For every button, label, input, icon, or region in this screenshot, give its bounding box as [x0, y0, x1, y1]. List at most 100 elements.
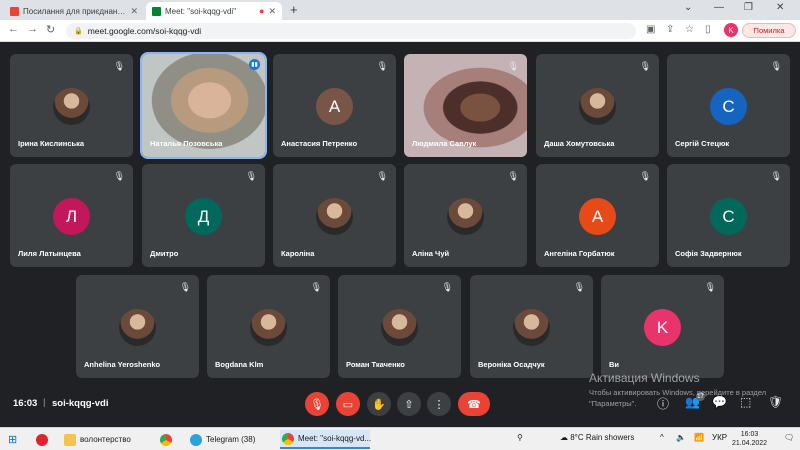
back-button[interactable]: ←	[8, 23, 19, 35]
participant-tile[interactable]: K 🎙 Ви	[601, 275, 724, 378]
mic-muted-icon: 🎙	[113, 61, 125, 71]
hand-icon: ✋	[372, 398, 386, 411]
windows-start-icon[interactable]: ⊞	[8, 430, 17, 449]
avatar-initial: А	[591, 206, 604, 226]
reload-button[interactable]: ↻	[46, 23, 55, 36]
mic-muted-icon: 🎙	[245, 171, 257, 181]
error-button[interactable]: Помилка	[742, 23, 796, 38]
mic-muted-icon: 🎙	[639, 61, 651, 71]
participant-tile[interactable]: С 🎙 Софія Задвернюк	[667, 164, 790, 267]
meeting-time: 16:03	[13, 398, 38, 409]
url-field[interactable]: 🔒 meet.google.com/soi-kqqg-vdi	[66, 23, 636, 39]
mic-toggle-button[interactable]: 🎙	[305, 392, 329, 416]
weather-text: 8°C Rain showers	[570, 433, 635, 442]
telegram-icon	[190, 433, 202, 446]
mic-muted-icon: 🎙	[376, 171, 388, 181]
taskbar-folder-item[interactable]: волонтерство	[64, 430, 154, 449]
camera-toggle-button[interactable]: ▭	[336, 392, 360, 416]
maximize-button[interactable]: ❐	[744, 2, 753, 13]
taskbar-meet-item[interactable]: Meet: "soi-kqqg-vd...	[280, 430, 372, 449]
participant-tile[interactable]: 🎙 Ірина Кислинська	[10, 54, 133, 157]
new-tab-button[interactable]: +	[290, 2, 298, 17]
sidebar-icon[interactable]: ▯	[705, 24, 711, 35]
participant-tile[interactable]: 🎙 Кароліна	[273, 164, 396, 267]
tray-chevron-icon[interactable]: ^	[660, 433, 664, 442]
participant-name: Софія Задвернюк	[675, 249, 742, 258]
folder-label: волонтерство	[80, 435, 131, 444]
network-icon[interactable]: 📶	[694, 433, 704, 442]
participant-name: Anhelina Yeroshenko	[84, 360, 161, 369]
taskbar-telegram-item[interactable]: Telegram (38)	[190, 430, 274, 449]
participant-name: Вероніка Осадчук	[478, 360, 545, 369]
participant-name: Кароліна	[281, 249, 315, 258]
participant-tile[interactable]: ▮▮ Наталья Позовська	[140, 52, 267, 159]
present-screen-icon: ⇧	[404, 398, 414, 411]
participant-tile[interactable]: 🎙 Даша Хомутовська	[536, 54, 659, 157]
tab-invite-links[interactable]: Посилання для приєднання до ... ✕	[4, 2, 144, 20]
avatar-initial: Л	[65, 206, 78, 226]
more-options-button[interactable]: ⋮	[427, 392, 451, 416]
taskbar-clock[interactable]: 16:03 21.04.2022	[732, 430, 767, 448]
present-button[interactable]: ⇧	[397, 392, 421, 416]
participant-tile[interactable]: Д 🎙 Дмитро	[142, 164, 265, 267]
mic-muted-icon: 🎙	[639, 171, 651, 181]
notifications-icon[interactable]: 🗨	[784, 433, 794, 442]
raise-hand-button[interactable]: ✋	[367, 392, 391, 416]
weather-widget[interactable]: ☁ 8°C Rain showers	[560, 433, 634, 442]
participant-tile[interactable]: 🎙 Anhelina Yeroshenko	[76, 275, 199, 378]
separator: |	[43, 397, 46, 408]
share-icon[interactable]: ⇪	[666, 24, 674, 35]
participant-name: Ви	[609, 360, 620, 369]
mic-muted-icon: 🎙	[770, 171, 782, 181]
close-tab-icon[interactable]: ✕	[268, 6, 276, 17]
bookmark-star-icon[interactable]: ☆	[685, 24, 694, 35]
avatar-initial: С	[722, 206, 735, 226]
minimize-button[interactable]: —	[714, 2, 724, 13]
participant-name: Дмитро	[150, 249, 179, 258]
forward-button[interactable]: →	[27, 23, 38, 35]
browser-tab-bar: Посилання для приєднання до ... ✕ Meet: …	[0, 0, 800, 20]
opera-icon[interactable]	[36, 430, 52, 449]
participant-avatar: Д	[185, 198, 222, 235]
activation-text: Чтобы активировать Windows, перейдите в …	[589, 388, 767, 408]
close-tab-icon[interactable]: ✕	[130, 6, 138, 17]
url-text: meet.google.com/soi-kqqg-vdi	[87, 26, 202, 36]
profile-avatar[interactable]: K	[724, 23, 738, 37]
close-window-button[interactable]: ✕	[776, 2, 784, 13]
participant-tile[interactable]: А 🎙 Анастасия Петренко	[273, 54, 396, 157]
language-indicator[interactable]: УКР	[712, 433, 727, 442]
chevron-down-icon[interactable]: ⌄	[684, 2, 692, 13]
participant-avatar	[579, 88, 616, 125]
participant-name: Сергій Стецюк	[675, 139, 730, 148]
participant-avatar	[119, 309, 156, 346]
participant-name: Ірина Кислинська	[18, 139, 85, 148]
telegram-label: Telegram (38)	[206, 435, 256, 444]
participant-tile[interactable]: 🎙 Роман Ткаченко	[338, 275, 461, 378]
participant-tile[interactable]: 🎙 Людмила Савлук	[404, 54, 527, 157]
camera-icon[interactable]: ▣	[646, 24, 655, 35]
tab-meet[interactable]: Meet: "soi-kqqg-vdi" ● ✕	[146, 2, 282, 20]
participant-tile[interactable]: С 🎙 Сергій Стецюк	[667, 54, 790, 157]
participant-tile[interactable]: Л 🎙 Лиля Латынцева	[10, 164, 133, 267]
lock-icon: 🔒	[74, 28, 83, 35]
leave-call-button[interactable]: ☎	[458, 392, 490, 416]
hang-up-icon: ☎	[467, 398, 481, 411]
meet-label: Meet: "soi-kqqg-vd...	[298, 434, 372, 443]
participant-name: Аліна Чуй	[412, 249, 450, 258]
volume-icon[interactable]: 🔈	[676, 433, 686, 442]
participant-name: Ангеліна Горбатюк	[544, 249, 615, 258]
chrome-icon[interactable]	[160, 430, 176, 449]
participant-avatar: С	[710, 198, 747, 235]
participant-avatar: С	[710, 88, 747, 125]
avatar-initial: Д	[197, 206, 210, 226]
windows-activation-watermark: Активация Windows Чтобы активировать Win…	[589, 371, 779, 409]
participant-name: Анастасия Петренко	[281, 139, 358, 148]
mic-off-icon: 🎙	[310, 398, 324, 411]
people-tray-icon[interactable]: ⚲	[517, 433, 523, 442]
participant-tile[interactable]: 🎙 Bogdana Klm	[207, 275, 330, 378]
participant-tile[interactable]: 🎙 Вероніка Осадчук	[470, 275, 593, 378]
mic-muted-icon: 🎙	[770, 61, 782, 71]
participant-tile[interactable]: 🎙 Аліна Чуй	[404, 164, 527, 267]
participant-tile[interactable]: А 🎙 Ангеліна Горбатюк	[536, 164, 659, 267]
participant-avatar	[53, 88, 90, 125]
